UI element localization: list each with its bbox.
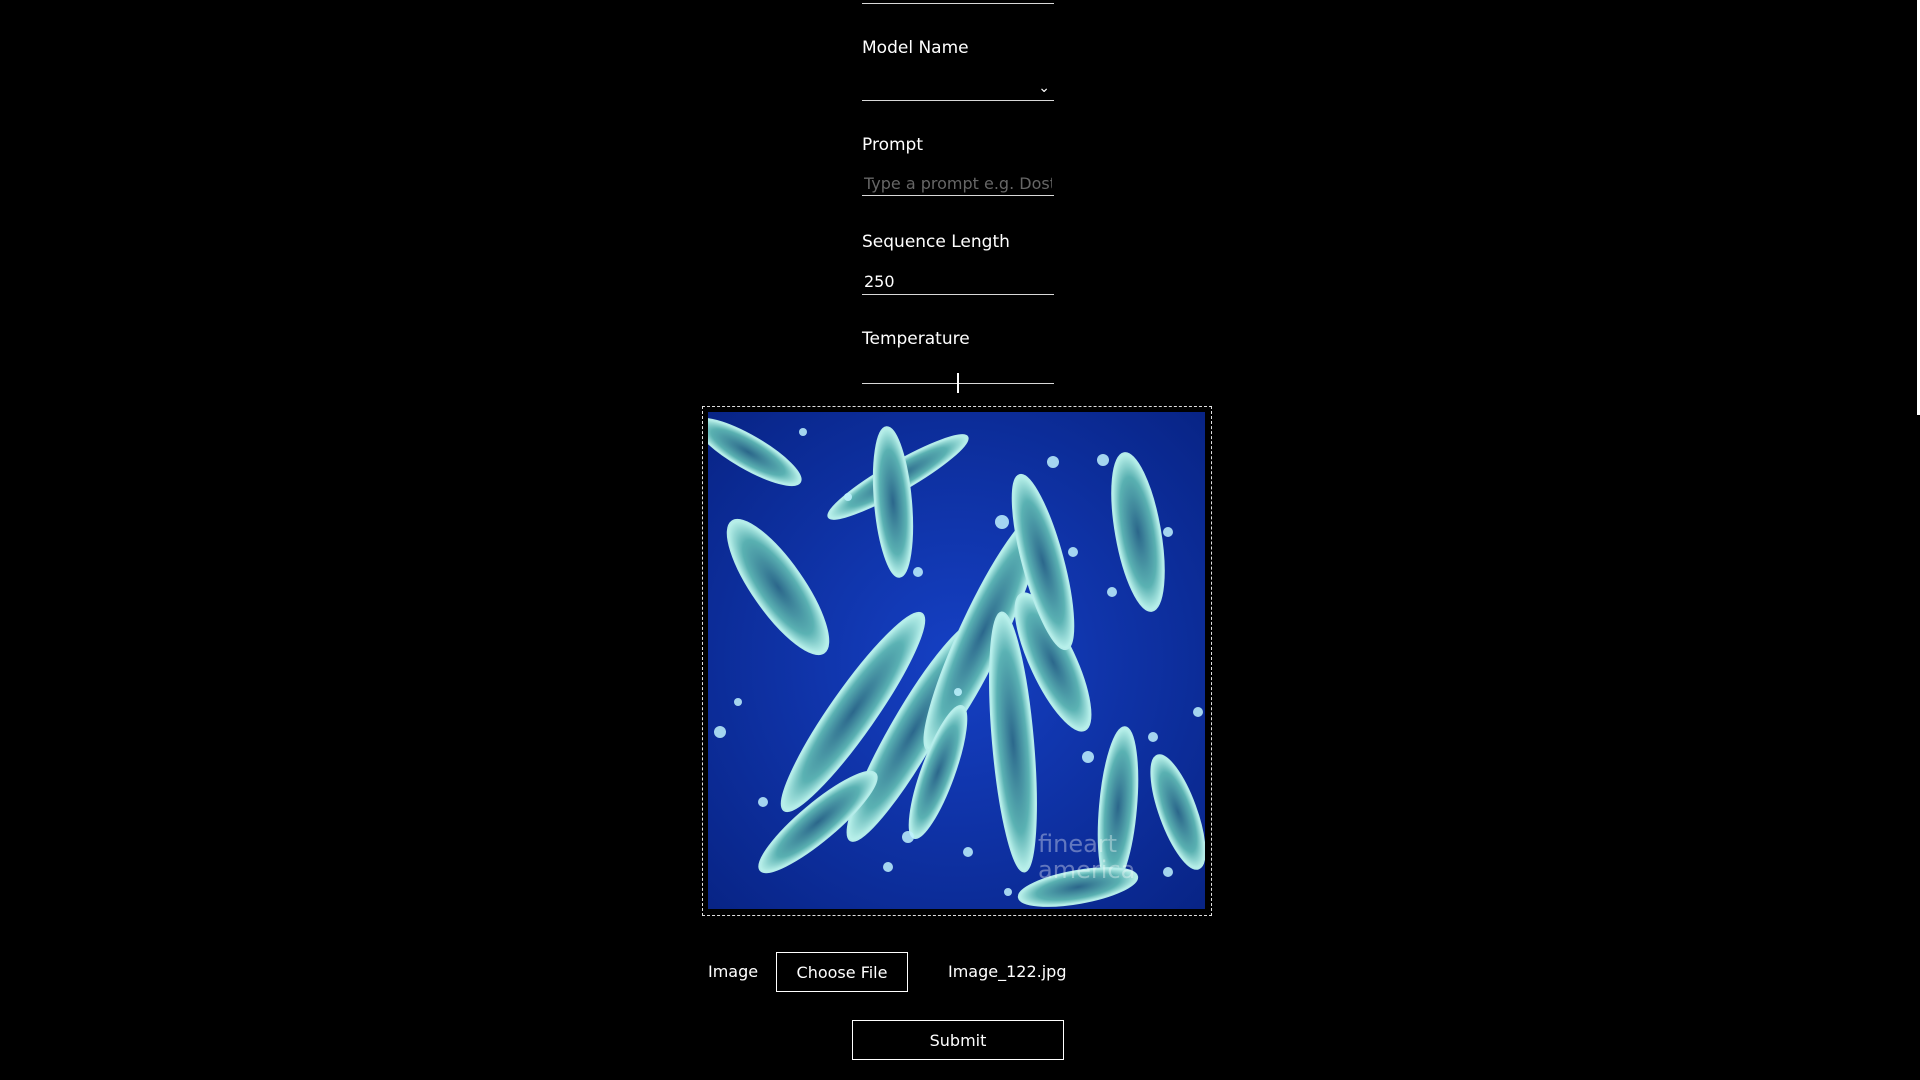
top-field-underline (862, 0, 1054, 4)
prompt-input[interactable] (862, 172, 1054, 196)
submit-button[interactable]: Submit (852, 1020, 1064, 1060)
temperature-slider[interactable] (862, 372, 1054, 396)
temperature-label: Temperature (862, 329, 970, 349)
watermark-line2: america (1038, 856, 1135, 884)
choose-file-button[interactable]: Choose File (776, 952, 908, 992)
watermark-line1: fineart (1038, 830, 1117, 858)
image-label: Image (708, 962, 759, 981)
selected-file-name: Image_122.jpg (948, 962, 1067, 981)
image-preview: fineart america (702, 406, 1212, 916)
sequence-length-label: Sequence Length (862, 232, 1010, 252)
slider-thumb[interactable] (957, 373, 959, 393)
prompt-label: Prompt (862, 135, 923, 155)
model-name-label: Model Name (862, 38, 969, 58)
chevron-down-icon: ⌄ (1038, 80, 1050, 96)
model-name-select[interactable]: ⌄ (862, 78, 1054, 101)
sequence-length-input[interactable]: 250 (862, 269, 1054, 295)
microscope-image: fineart america (708, 412, 1205, 909)
